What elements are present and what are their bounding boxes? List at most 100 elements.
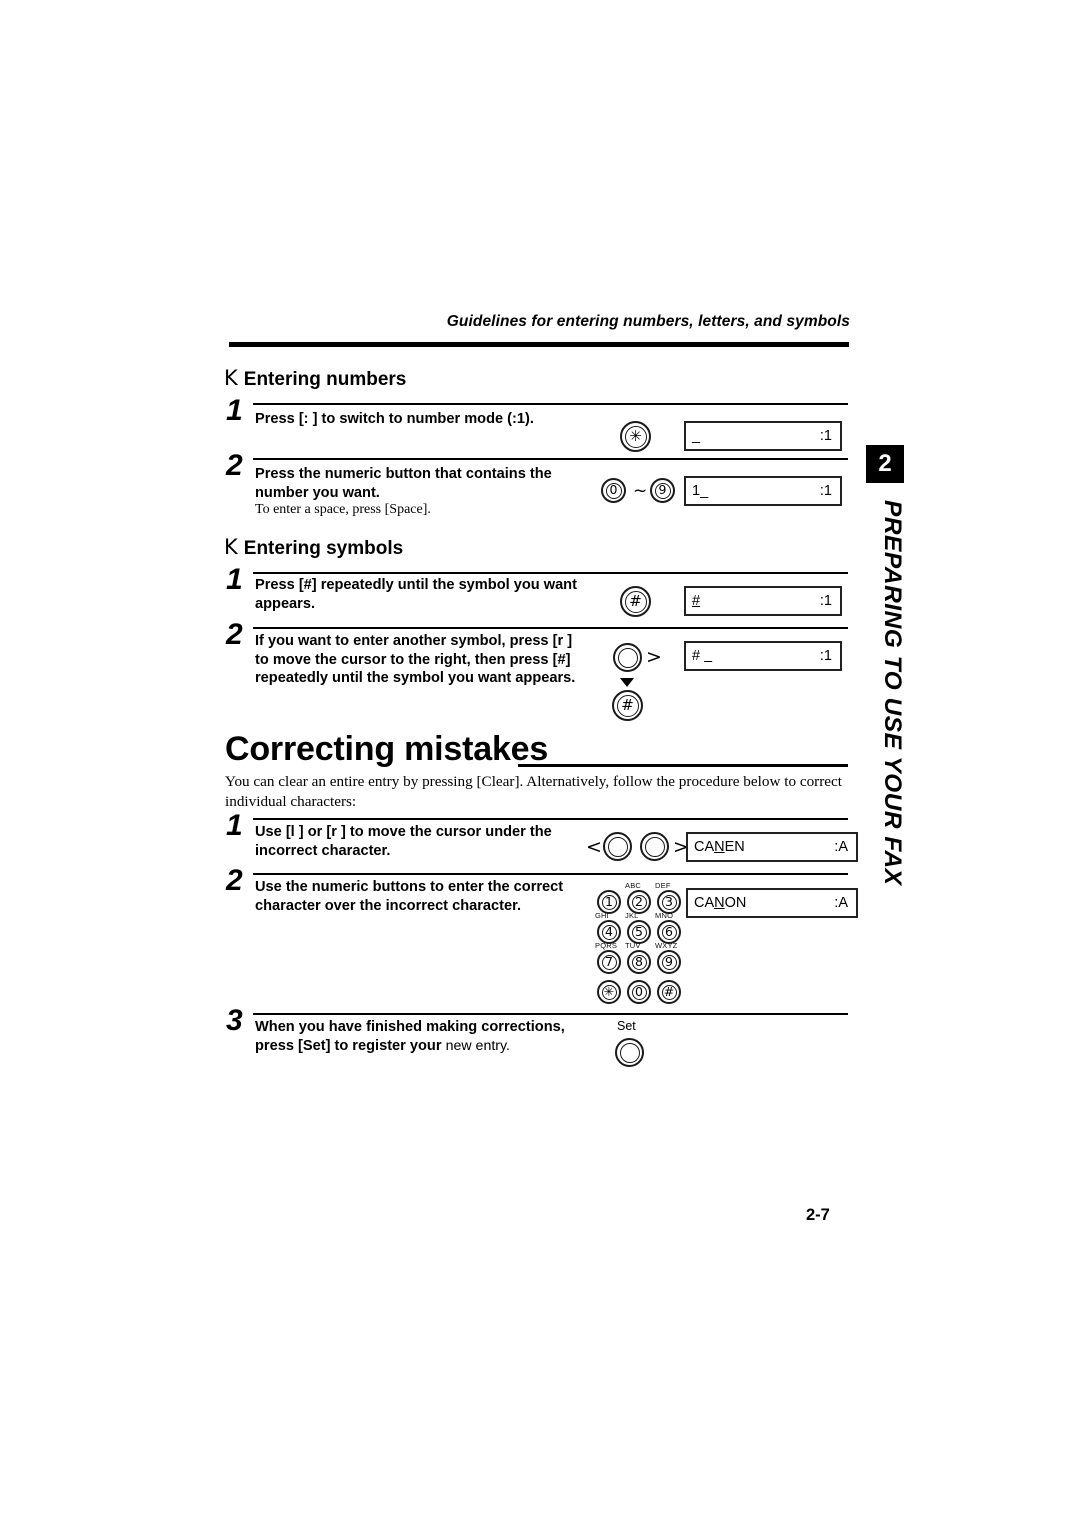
- step-text-light: new entry.: [445, 1037, 510, 1054]
- keypad-key-label: 0: [635, 983, 643, 999]
- title-rule: [518, 764, 848, 767]
- chapter-tab-label: PREPARING TO USE YOUR FAX: [879, 500, 906, 886]
- keypad-key-label: ✳: [603, 983, 615, 999]
- step-text-bold: When you have finished making correction…: [255, 1019, 565, 1054]
- lcd-text-right: :1: [819, 593, 832, 609]
- right-angle-icon: >: [646, 646, 662, 668]
- keypad-key-8[interactable]: 8: [627, 950, 651, 974]
- running-header-title: Guidelines for entering numbers, letters…: [446, 313, 850, 330]
- step-rule: [253, 1013, 848, 1015]
- lcd-text-right: :A: [834, 895, 848, 911]
- step-rule: [253, 873, 848, 875]
- right-cursor-key[interactable]: [613, 643, 642, 672]
- step-text: If you want to enter another symbol, pre…: [255, 633, 576, 686]
- section-bullet-icon: K: [224, 366, 238, 390]
- lcd-text-left: CANON: [694, 895, 747, 911]
- step-text: When you have finished making correction…: [255, 1018, 595, 1055]
- lcd-text-left: _: [692, 428, 701, 444]
- step-rule: [253, 572, 848, 574]
- hash-key[interactable]: #: [612, 690, 643, 721]
- lcd-text-left: #: [692, 593, 701, 609]
- keypad-key-0[interactable]: 0: [627, 980, 651, 1004]
- manual-page: Guidelines for entering numbers, letters…: [0, 0, 1080, 1528]
- section-title: Entering symbols: [243, 538, 404, 559]
- lcd-display: # :1: [684, 641, 842, 671]
- lcd-display: # :1: [684, 586, 842, 616]
- keypad-key-✳[interactable]: ✳: [597, 980, 621, 1004]
- step-number: 1: [226, 809, 243, 842]
- keypad-key-9[interactable]: 9: [657, 950, 681, 974]
- section-heading-entering-symbols: K Entering symbols: [224, 535, 403, 560]
- left-cursor-key[interactable]: [603, 832, 632, 861]
- step-note: To enter a space, press [Space].: [255, 502, 431, 517]
- step-text: Use [l ] or [r ] to move the cursor unde…: [255, 824, 552, 859]
- key-ring: [607, 836, 628, 857]
- keypad-letters-5: JKL: [625, 911, 639, 920]
- lcd-text-right: :1: [819, 428, 832, 444]
- intro-paragraph: You can clear an entire entry by pressin…: [225, 773, 842, 810]
- keypad-key-label: 6: [665, 923, 673, 939]
- step-number: 2: [226, 864, 243, 897]
- lcd-text-left: CANEN: [694, 839, 745, 855]
- step-number: 2: [226, 449, 243, 482]
- step-number: 1: [226, 563, 243, 596]
- section-heading-entering-numbers: K Entering numbers: [224, 366, 406, 391]
- keypad-key-label: 3: [665, 893, 673, 909]
- lcd-display: CANON :A: [686, 888, 858, 918]
- step-number: 2: [226, 618, 243, 651]
- left-angle-icon: <: [586, 836, 602, 858]
- lcd-text-right: :1: [819, 648, 832, 664]
- nine-key-label: 9: [658, 482, 667, 498]
- step-text: Press [#] repeatedly until the symbol yo…: [255, 577, 577, 612]
- keypad-key-7[interactable]: 7: [597, 950, 621, 974]
- lcd-text-right: :1: [819, 483, 832, 499]
- keypad-key-#[interactable]: #: [657, 980, 681, 1004]
- hash-key-label: #: [629, 592, 642, 610]
- key-ring: [619, 1042, 640, 1063]
- keypad-letters-6: MNO: [655, 911, 674, 920]
- step-rule: [253, 627, 848, 629]
- step-number: 1: [226, 394, 243, 427]
- keypad-letters-2: ABC: [625, 881, 642, 890]
- chapter-tab-number: 2: [866, 445, 904, 483]
- down-arrow-icon: [620, 678, 634, 687]
- step-rule: [253, 818, 848, 820]
- keypad-key-label: 8: [635, 953, 643, 969]
- asterisk-key-label: ✳: [629, 427, 642, 445]
- set-key-label: Set: [617, 1019, 636, 1033]
- set-key[interactable]: [615, 1038, 644, 1067]
- right-cursor-key[interactable]: [640, 832, 669, 861]
- lcd-text-left: 1_: [692, 483, 709, 499]
- key-ring: [617, 647, 638, 668]
- lcd-cursor-char: N: [714, 839, 725, 855]
- keypad-letters-7: PQRS: [595, 941, 618, 950]
- lcd-cursor-char: N: [714, 895, 725, 911]
- step-text: Press the numeric button that contains t…: [255, 466, 552, 501]
- zero-key[interactable]: 0: [601, 478, 626, 503]
- step-text: Use the numeric buttons to enter the cor…: [255, 879, 564, 914]
- lcd-cursor-icon: [704, 648, 712, 664]
- page-title: Correcting mistakes: [225, 730, 549, 768]
- asterisk-key[interactable]: ✳: [620, 421, 651, 452]
- header-rule: [229, 342, 849, 347]
- lcd-display: 1_ :1: [684, 476, 842, 506]
- keypad-key-label: 9: [665, 953, 673, 969]
- nine-key[interactable]: 9: [650, 478, 675, 503]
- hash-key[interactable]: #: [620, 586, 651, 617]
- keypad-letters-8: TUV: [625, 941, 641, 950]
- key-ring: [644, 836, 665, 857]
- step-text: Press [: ] to switch to number mode (:1)…: [255, 411, 534, 427]
- step-number: 3: [226, 1004, 243, 1037]
- page-number: 2-7: [806, 1206, 830, 1224]
- step-rule: [253, 458, 848, 460]
- range-tilde-icon: ~: [633, 481, 648, 501]
- section-bullet-icon: K: [224, 535, 238, 559]
- lcd-display: _ :1: [684, 421, 842, 451]
- keypad-key-label: 1: [605, 893, 613, 909]
- zero-key-label: 0: [609, 482, 618, 498]
- lcd-text-right: :A: [834, 839, 848, 855]
- section-title: Entering numbers: [243, 369, 407, 390]
- keypad-letters-4: GHI: [595, 911, 609, 920]
- keypad-key-label: 2: [635, 893, 643, 909]
- keypad-key-label: #: [663, 983, 675, 999]
